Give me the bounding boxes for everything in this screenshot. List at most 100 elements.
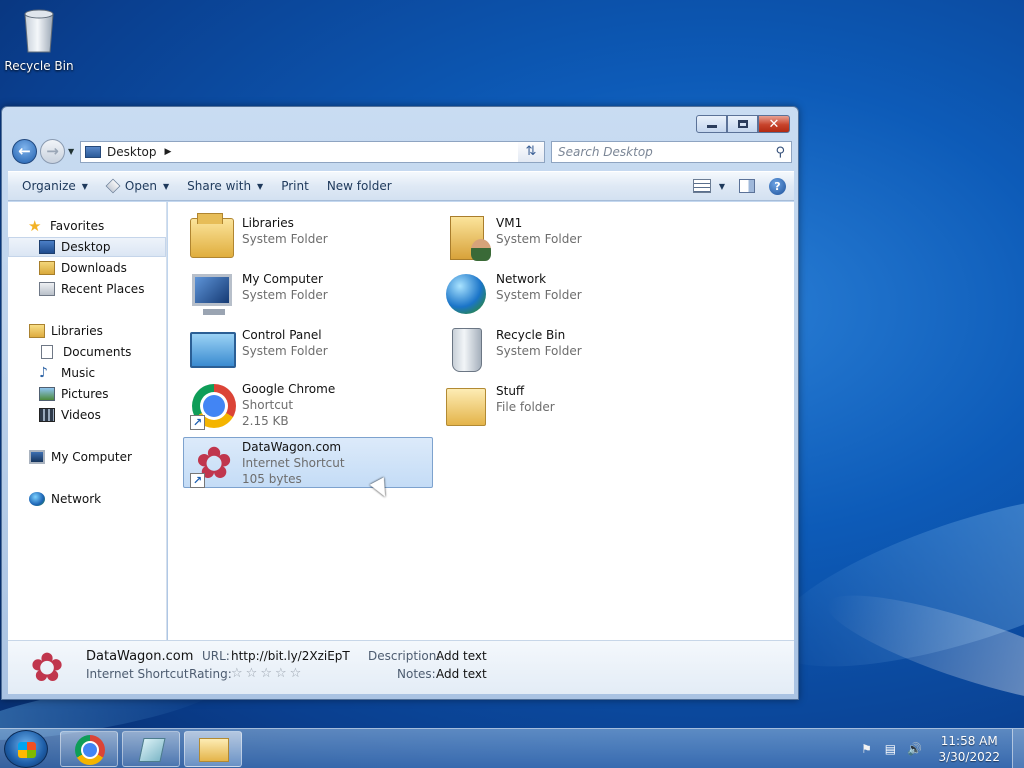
start-button[interactable]: [4, 730, 48, 768]
nav-network[interactable]: Network: [8, 489, 166, 509]
chevron-down-icon: ▼: [162, 181, 170, 191]
desktop-recycle-bin[interactable]: Recycle Bin: [4, 6, 74, 73]
volume-icon[interactable]: 🔊: [906, 742, 922, 756]
nav-label: Downloads: [61, 261, 127, 275]
url-value[interactable]: http://bit.ly/2XziEpT: [231, 649, 350, 663]
clock[interactable]: 11:58 AM 3/30/2022: [938, 733, 1000, 765]
breadcrumb-arrow-icon[interactable]: ▶: [165, 147, 172, 157]
navigation-pane: ★ Favorites Desktop Downloads Recent Plac…: [8, 202, 167, 640]
rating-star-icon[interactable]: ☆: [275, 666, 290, 681]
address-text: Desktop: [107, 145, 157, 159]
nav-label: Videos: [61, 408, 101, 422]
view-controls: ▼ ?: [692, 172, 794, 200]
item-type: System Folder: [242, 288, 328, 302]
item-type: System Folder: [496, 344, 582, 358]
star-icon: ★: [28, 217, 42, 235]
chrome-icon: ↗: [188, 382, 238, 430]
view-options-dropdown-icon[interactable]: ▼: [719, 182, 725, 191]
command-bar: Organize ▼ Open ▼ Share with ▼ Print New fo…: [8, 171, 794, 201]
nav-label: Favorites: [50, 219, 105, 233]
notes-field[interactable]: Add text: [436, 667, 487, 681]
back-button[interactable]: ←: [12, 139, 37, 164]
share-with-button[interactable]: Share with ▼: [178, 172, 272, 200]
notes-label: Notes:: [397, 667, 436, 681]
recent-pages-dropdown[interactable]: ▼: [68, 147, 74, 156]
maximize-button[interactable]: [727, 115, 758, 133]
refresh-button[interactable]: ⇅: [518, 141, 545, 163]
taskbar-chrome[interactable]: [60, 731, 118, 767]
rating-star-icon[interactable]: ☆: [231, 666, 246, 681]
item-size: 2.15 KB: [242, 414, 289, 428]
rating-star-icon[interactable]: ☆: [260, 666, 275, 681]
open-label: Open: [124, 179, 157, 193]
computer-icon: [188, 270, 238, 318]
nav-documents[interactable]: Documents: [8, 342, 166, 362]
open-icon: [105, 178, 121, 194]
item-type: System Folder: [496, 288, 582, 302]
desktop-icon-label: Recycle Bin: [4, 59, 74, 73]
nav-desktop[interactable]: Desktop: [8, 237, 166, 257]
nav-libraries[interactable]: Libraries: [8, 321, 166, 341]
clock-date: 3/30/2022: [938, 750, 1000, 764]
system-tray: ⚑ ▤ 🔊 11:58 AM 3/30/2022: [858, 729, 1010, 768]
nav-favorites[interactable]: ★ Favorites: [8, 216, 166, 236]
taskbar-explorer[interactable]: [184, 731, 242, 767]
search-input[interactable]: Search Desktop ⚲: [551, 141, 792, 163]
item-control-panel[interactable]: Control Panel System Folder: [184, 324, 434, 376]
rating-star-icon[interactable]: ☆: [290, 666, 305, 681]
nav-recent-places[interactable]: Recent Places: [8, 279, 166, 299]
chevron-down-icon: ▼: [81, 181, 88, 191]
address-bar[interactable]: Desktop ▶ ▼: [80, 141, 545, 163]
close-button[interactable]: ✕: [758, 115, 790, 133]
print-button[interactable]: Print: [272, 172, 318, 200]
item-network[interactable]: Network System Folder: [438, 268, 688, 320]
item-recycle-bin[interactable]: Recycle Bin System Folder: [438, 324, 688, 376]
details-pane: ✿ DataWagon.com Internet Shortcut URL: h…: [8, 640, 794, 694]
action-center-icon[interactable]: ⚑: [858, 742, 874, 756]
nav-music[interactable]: ♪ Music: [8, 363, 166, 383]
item-stuff[interactable]: Stuff File folder: [438, 380, 688, 432]
nav-my-computer[interactable]: My Computer: [8, 447, 166, 467]
organize-button[interactable]: Organize ▼: [8, 172, 97, 200]
preview-pane-icon[interactable]: [739, 179, 755, 193]
change-view-icon[interactable]: [692, 179, 711, 193]
item-vm1[interactable]: VM1 System Folder: [438, 212, 688, 264]
open-button[interactable]: Open ▼: [97, 172, 178, 200]
nav-label: My Computer: [51, 450, 132, 464]
search-placeholder: Search Desktop: [558, 145, 653, 159]
desktop-icon: [85, 146, 101, 158]
libraries-icon: [29, 324, 45, 338]
forward-button[interactable]: →: [40, 139, 65, 164]
item-datawagon[interactable]: ✿ ↗ DataWagon.com Internet Shortcut 105 byt…: [183, 437, 433, 488]
nav-label: Desktop: [61, 240, 111, 254]
nav-downloads[interactable]: Downloads: [8, 258, 166, 278]
item-type: System Folder: [496, 232, 582, 246]
nav-label: Libraries: [51, 324, 103, 338]
recent-places-icon: [39, 282, 55, 296]
item-name: Network: [496, 272, 547, 286]
minimize-button[interactable]: [696, 115, 727, 133]
item-type: Internet Shortcut: [242, 456, 345, 470]
item-my-computer[interactable]: My Computer System Folder: [184, 268, 434, 320]
refresh-icon: ⇅: [525, 144, 537, 159]
description-label: Description:: [368, 649, 441, 663]
new-folder-button[interactable]: New folder: [318, 172, 401, 200]
description-field[interactable]: Add text: [436, 649, 487, 663]
desktop-icon: [39, 240, 55, 254]
item-libraries[interactable]: Libraries System Folder: [184, 212, 434, 264]
nav-pictures[interactable]: Pictures: [8, 384, 166, 404]
rating-stars[interactable]: ☆☆☆☆☆: [231, 666, 304, 681]
item-google-chrome[interactable]: ↗ Google Chrome Shortcut 2.15 KB: [184, 380, 434, 434]
print-label: Print: [281, 179, 309, 193]
nav-videos[interactable]: Videos: [8, 405, 166, 425]
maximize-icon: [737, 120, 748, 128]
item-type: Shortcut: [242, 398, 294, 412]
taskbar-app[interactable]: [122, 731, 180, 767]
rating-star-icon[interactable]: ☆: [246, 666, 261, 681]
search-icon[interactable]: ⚲: [775, 145, 785, 160]
network-status-icon[interactable]: ▤: [882, 742, 898, 756]
details-type: Internet Shortcut: [86, 667, 189, 681]
item-name: Control Panel: [242, 328, 322, 342]
help-icon[interactable]: ?: [769, 177, 786, 195]
show-desktop-button[interactable]: [1012, 729, 1024, 768]
